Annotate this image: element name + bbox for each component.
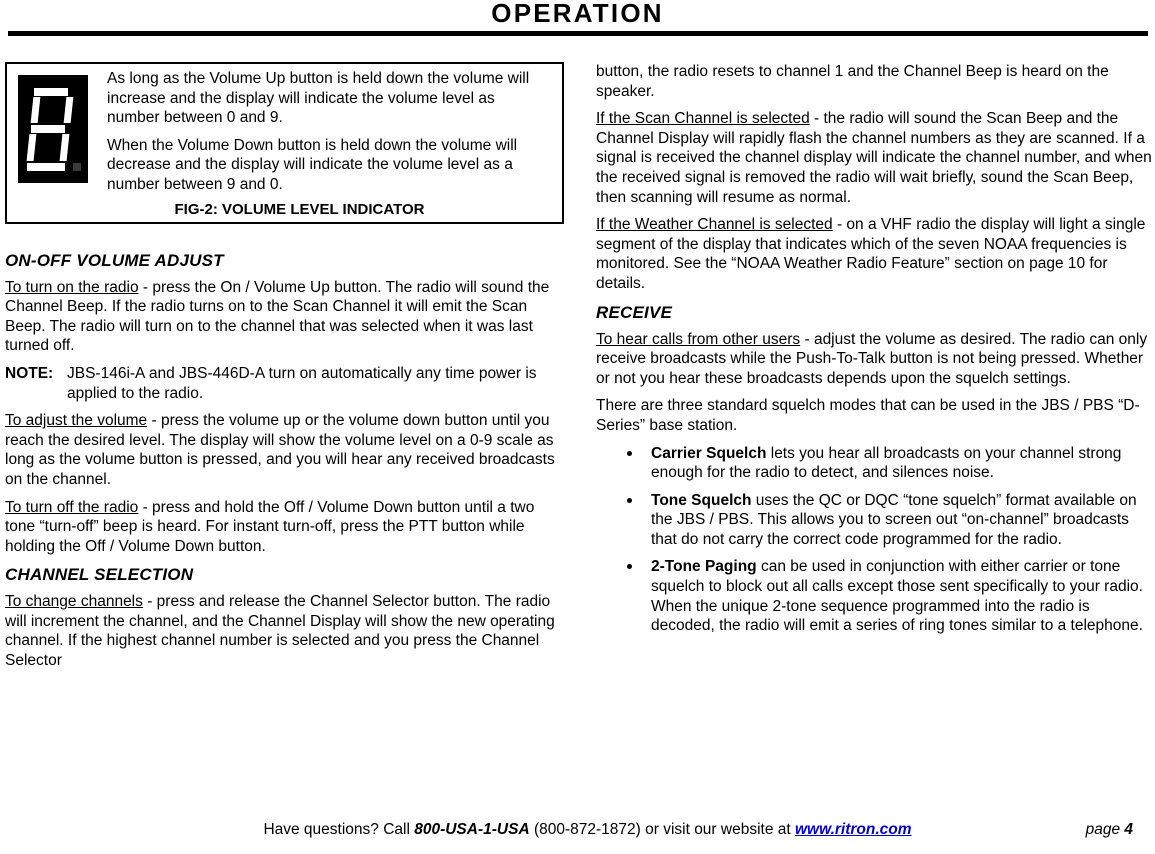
- segment-a-icon: [34, 88, 68, 96]
- footer-website-link[interactable]: www.ritron.com: [795, 821, 912, 838]
- left-column: As long as the Volume Up button is held …: [5, 62, 568, 679]
- bullet-term: Carrier Squelch: [651, 444, 767, 462]
- lead-weather-channel: If the Weather Channel is selected: [596, 216, 833, 234]
- paragraph-turn-on-radio: To turn on the radio - press the On / Vo…: [5, 278, 568, 356]
- heading-on-off-volume-adjust: ON-OFF VOLUME ADJUST: [5, 250, 224, 270]
- lead-adjust-volume: To adjust the volume: [5, 412, 148, 430]
- note-auto-power-on: NOTE: JBS-146i-A and JBS-446D-A turn on …: [5, 364, 568, 403]
- paragraph-change-channels: To change channels - press and release t…: [5, 592, 568, 670]
- paragraph-squelch-modes-intro: There are three standard squelch modes t…: [596, 397, 1140, 434]
- list-item: Carrier Squelch lets you hear all broadc…: [596, 444, 1155, 483]
- segment-c-icon: [59, 134, 70, 161]
- segment-g-icon: [31, 125, 65, 133]
- segment-d-icon: [27, 163, 65, 171]
- bullet-dot-icon: [627, 564, 632, 570]
- bullet-dot-icon: [627, 497, 632, 503]
- figure-paragraph-2: When the Volume Down button is held down…: [107, 136, 518, 193]
- heading-channel-selection: CHANNEL SELECTION: [5, 565, 194, 585]
- segment-e-icon: [26, 134, 37, 161]
- page-number-label: page: [1085, 821, 1125, 838]
- figure-caption: FIG-2: VOLUME LEVEL INDICATOR: [174, 200, 425, 218]
- list-item: Tone Squelch uses the QC or DQC “tone sq…: [596, 491, 1155, 550]
- segment-b-icon: [63, 97, 74, 123]
- segment-decimal-point-icon: [73, 163, 81, 171]
- footer-middle: (800-872-1872) or visit our website at: [529, 821, 795, 838]
- page-number: page 4: [1086, 820, 1133, 840]
- bullet-term: 2-Tone Paging: [651, 558, 757, 576]
- lead-scan-channel: If the Scan Channel is selected: [596, 110, 810, 128]
- paragraph-channel-reset-continuation: button, the radio resets to channel 1 an…: [596, 63, 1109, 100]
- lead-hear-calls: To hear calls from other users: [596, 330, 801, 348]
- paragraph-weather-channel: If the Weather Channel is selected - on …: [596, 215, 1155, 293]
- footer-phone-vanity: 800-USA-1-USA: [414, 821, 530, 838]
- figure-paragraph-1: As long as the Volume Up button is held …: [107, 70, 530, 127]
- paragraph-adjust-volume: To adjust the volume - press the volume …: [5, 411, 568, 489]
- lead-turn-off-radio: To turn off the radio: [5, 498, 139, 516]
- lead-change-channels: To change channels: [5, 593, 143, 611]
- paragraph-turn-off-radio: To turn off the radio - press and hold t…: [5, 498, 568, 557]
- list-item: 2-Tone Paging can be used in conjunction…: [596, 557, 1155, 635]
- footer-contact-line: Have questions? Call 800-USA-1-USA (800-…: [0, 820, 1155, 840]
- figure-description: As long as the Volume Up button is held …: [107, 69, 562, 195]
- seven-segment-display-icon-wrap: [7, 69, 107, 183]
- bullet-term: Tone Squelch: [651, 491, 752, 509]
- page-title: OPERATION: [491, 0, 664, 28]
- paragraph-hear-calls: To hear calls from other users - adjust …: [596, 330, 1155, 389]
- header-divider-rule: [8, 31, 1148, 36]
- segment-f-icon: [30, 97, 41, 123]
- page-footer: Have questions? Call 800-USA-1-USA (800-…: [0, 820, 1155, 840]
- right-column: button, the radio resets to channel 1 an…: [596, 62, 1155, 644]
- lead-turn-on-radio: To turn on the radio: [5, 278, 139, 296]
- squelch-modes-list: Carrier Squelch lets you hear all broadc…: [596, 444, 1155, 636]
- page-header: OPERATION: [0, 0, 1155, 36]
- page-number-value: 4: [1124, 821, 1133, 838]
- heading-receive: RECEIVE: [596, 302, 673, 322]
- note-text: JBS-146i-A and JBS-446D-A turn on automa…: [67, 364, 537, 402]
- seven-segment-display-icon: [18, 75, 88, 183]
- paragraph-scan-channel: If the Scan Channel is selected - the ra…: [596, 109, 1155, 207]
- footer-prefix: Have questions? Call: [263, 821, 415, 838]
- bullet-dot-icon: [627, 450, 632, 456]
- figure-volume-level-indicator: As long as the Volume Up button is held …: [5, 62, 564, 224]
- note-label: NOTE:: [5, 364, 54, 382]
